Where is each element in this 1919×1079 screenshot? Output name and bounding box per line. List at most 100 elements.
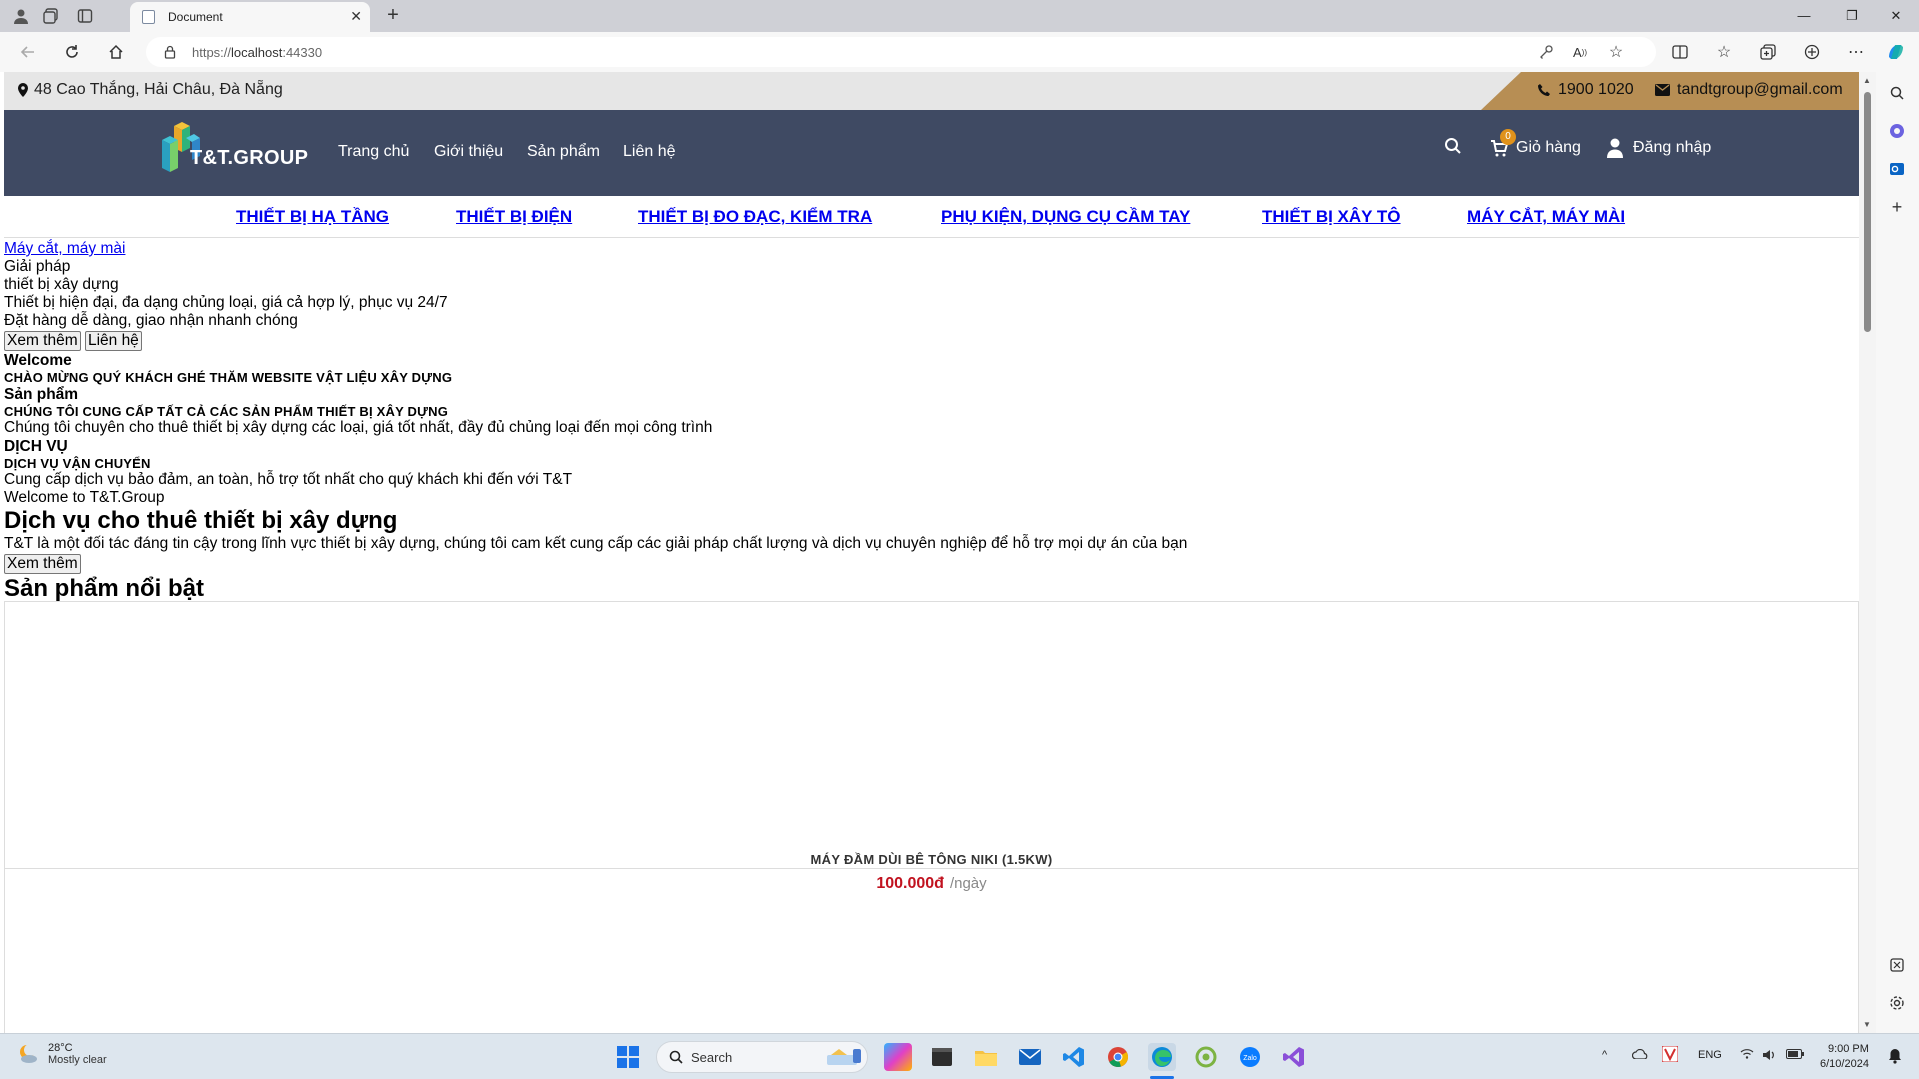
- notification-bell-icon[interactable]: [1888, 1048, 1902, 1064]
- close-tab-icon[interactable]: ✕: [350, 8, 362, 25]
- search-icon[interactable]: [1886, 82, 1908, 104]
- clock[interactable]: 9:00 PM 6/10/2024: [1820, 1042, 1869, 1072]
- welcome-subtitle: CHÀO MỪNG QUÝ KHÁCH GHÉ THĂM WEBSITE VẬT…: [4, 370, 453, 385]
- terminal-icon[interactable]: [928, 1043, 956, 1071]
- page-scrollbar[interactable]: ▲ ▼: [1859, 72, 1876, 1033]
- settings-gear-icon[interactable]: [1886, 992, 1908, 1014]
- category-hand-tools[interactable]: PHỤ KIỆN, DỤNG CỤ CẦM TAY: [941, 207, 1190, 227]
- phone-contact[interactable]: 1900 1020: [1537, 81, 1634, 99]
- copilot-apps-icon[interactable]: [1886, 120, 1908, 142]
- refresh-icon[interactable]: [60, 40, 84, 64]
- home-icon[interactable]: [104, 40, 128, 64]
- nav-products[interactable]: Sản phẩm: [527, 143, 600, 161]
- read-aloud-icon[interactable]: A)): [1568, 40, 1592, 64]
- hero-more-button[interactable]: Xem thêm: [4, 331, 81, 351]
- vertical-tabs-icon[interactable]: [74, 5, 96, 27]
- scroll-down-icon[interactable]: ▼: [1863, 1020, 1871, 1029]
- products-feature-desc: Chúng tôi chuyên cho thuê thiết bị xây d…: [4, 419, 713, 436]
- search-icon[interactable]: [1444, 137, 1462, 155]
- login-label: Đăng nhập: [1633, 139, 1712, 156]
- url-input[interactable]: https://localhost:44330 A)) ☆: [146, 37, 1656, 67]
- hero-line-3: Thiết bị hiện đại, đa dạng chủng loại, g…: [4, 294, 448, 311]
- web-page: 48 Cao Thắng, Hải Châu, Đà Nẵng 1900 102…: [4, 72, 1859, 1033]
- antivirus-icon[interactable]: [1662, 1046, 1678, 1062]
- volume-icon[interactable]: [1762, 1049, 1776, 1061]
- copilot-app-icon[interactable]: [884, 1043, 912, 1071]
- service-desc: Cung cấp dịch vụ bảo đảm, an toàn, hỗ tr…: [4, 471, 573, 488]
- weather-desc: Mostly clear: [48, 1054, 107, 1066]
- product-grid-next: [4, 869, 1859, 1033]
- green-app-icon[interactable]: [1192, 1043, 1220, 1071]
- scrollbar-thumb[interactable]: [1864, 92, 1871, 332]
- page-icon: [142, 10, 155, 24]
- restore-button[interactable]: ❐: [1832, 4, 1872, 28]
- category-cutting-grinding[interactable]: MÁY CẮT, MÁY MÀI: [1467, 207, 1625, 227]
- edge-sidebar: +: [1876, 72, 1919, 1033]
- add-sidebar-icon[interactable]: +: [1886, 196, 1908, 218]
- chrome-icon[interactable]: [1104, 1043, 1132, 1071]
- hero-line-4: Đặt hàng dễ dàng, giao nhận nhanh chóng: [4, 312, 298, 329]
- weather-temp: 28°C: [48, 1042, 73, 1054]
- lock-icon[interactable]: [164, 45, 176, 59]
- tab-document[interactable]: Document ✕: [130, 2, 370, 32]
- back-icon[interactable]: [16, 40, 40, 64]
- svg-text:Zalo: Zalo: [1243, 1055, 1257, 1062]
- category-masonry[interactable]: THIẾT BỊ XÂY TÔ: [1262, 207, 1401, 227]
- nav-home[interactable]: Trang chủ: [338, 143, 409, 161]
- service-title: DỊCH VỤ: [4, 438, 68, 455]
- battery-icon[interactable]: [1786, 1049, 1804, 1059]
- category-electrical[interactable]: THIẾT BỊ ĐIỆN: [456, 207, 572, 227]
- edge-icon[interactable]: [1148, 1043, 1176, 1071]
- scroll-up-icon[interactable]: ▲: [1863, 76, 1871, 85]
- taskbar-search-label: Search: [691, 1050, 733, 1065]
- copilot-icon[interactable]: [1884, 40, 1908, 64]
- file-explorer-icon[interactable]: [972, 1043, 1000, 1071]
- category-infrastructure[interactable]: THIẾT BỊ HẠ TẦNG: [236, 207, 389, 227]
- profile-icon[interactable]: [10, 5, 32, 27]
- language-indicator[interactable]: ENG: [1698, 1049, 1722, 1061]
- hero-contact-button[interactable]: Liên hệ: [84, 331, 142, 351]
- moon-cloud-icon: [20, 1044, 37, 1063]
- minimize-button[interactable]: —: [1784, 4, 1824, 28]
- extensions-icon[interactable]: [1800, 40, 1824, 64]
- location-pin-icon: [18, 83, 28, 97]
- windows-start-icon[interactable]: [614, 1043, 642, 1071]
- email-contact[interactable]: tandtgroup@gmail.com: [1655, 81, 1843, 99]
- onedrive-icon[interactable]: [1632, 1049, 1648, 1059]
- taskbar-search[interactable]: Search: [656, 1041, 868, 1073]
- phone-icon: [1538, 84, 1550, 96]
- logo-text: T&T.GROUP: [190, 147, 309, 169]
- more-options-icon[interactable]: ⋯: [1844, 40, 1868, 64]
- store-address: 48 Cao Thắng, Hải Châu, Đà Nẵng: [18, 81, 283, 99]
- nav-about[interactable]: Giới thiệu: [434, 143, 503, 161]
- featured-product-card[interactable]: MÁY ĐẦM DÙI BÊ TÔNG NIKI (1.5KW) 100.000…: [4, 601, 1859, 892]
- close-window-button[interactable]: ✕: [1876, 4, 1916, 28]
- mail-icon[interactable]: [1016, 1043, 1044, 1071]
- new-tab-button[interactable]: +: [382, 5, 404, 27]
- zalo-icon[interactable]: Zalo: [1236, 1043, 1264, 1071]
- show-hidden-icons[interactable]: ^: [1602, 1049, 1607, 1061]
- hero-category-link[interactable]: Máy cắt, máy mài: [4, 240, 125, 257]
- weather-widget[interactable]: 28°C Mostly clear: [16, 1042, 107, 1066]
- product-name: MÁY ĐẦM DÙI BÊ TÔNG NIKI (1.5KW): [810, 852, 1053, 867]
- key-icon[interactable]: [1534, 40, 1558, 64]
- service-subtitle: DỊCH VỤ VẬN CHUYỂN: [4, 456, 151, 471]
- search-icon: [669, 1050, 683, 1064]
- category-measuring[interactable]: THIẾT BỊ ĐO ĐẠC, KIỂM TRA: [638, 207, 872, 227]
- visual-studio-icon[interactable]: [1280, 1043, 1308, 1071]
- products-feature-title: Sản phẩm: [4, 386, 79, 403]
- collections-icon[interactable]: [1756, 40, 1780, 64]
- category-bar: THIẾT BỊ HẠ TẦNG THIẾT BỊ ĐIỆN THIẾT BỊ …: [4, 196, 1859, 238]
- site-header: T&T.GROUP Trang chủ Giới thiệu Sản phẩm …: [4, 110, 1859, 196]
- about-more-button[interactable]: Xem thêm: [4, 554, 81, 574]
- outlook-icon[interactable]: [1886, 158, 1908, 180]
- workspaces-icon[interactable]: [40, 5, 62, 27]
- site-logo[interactable]: T&T.GROUP: [160, 122, 310, 182]
- favorites-icon[interactable]: ☆: [1712, 40, 1736, 64]
- split-screen-icon[interactable]: [1668, 40, 1692, 64]
- vscode-icon[interactable]: [1060, 1043, 1088, 1071]
- favorite-star-icon[interactable]: ☆: [1604, 40, 1628, 64]
- nav-contact[interactable]: Liên hệ: [623, 143, 676, 161]
- wifi-icon[interactable]: [1740, 1049, 1754, 1059]
- hide-sidebar-icon[interactable]: [1886, 954, 1908, 976]
